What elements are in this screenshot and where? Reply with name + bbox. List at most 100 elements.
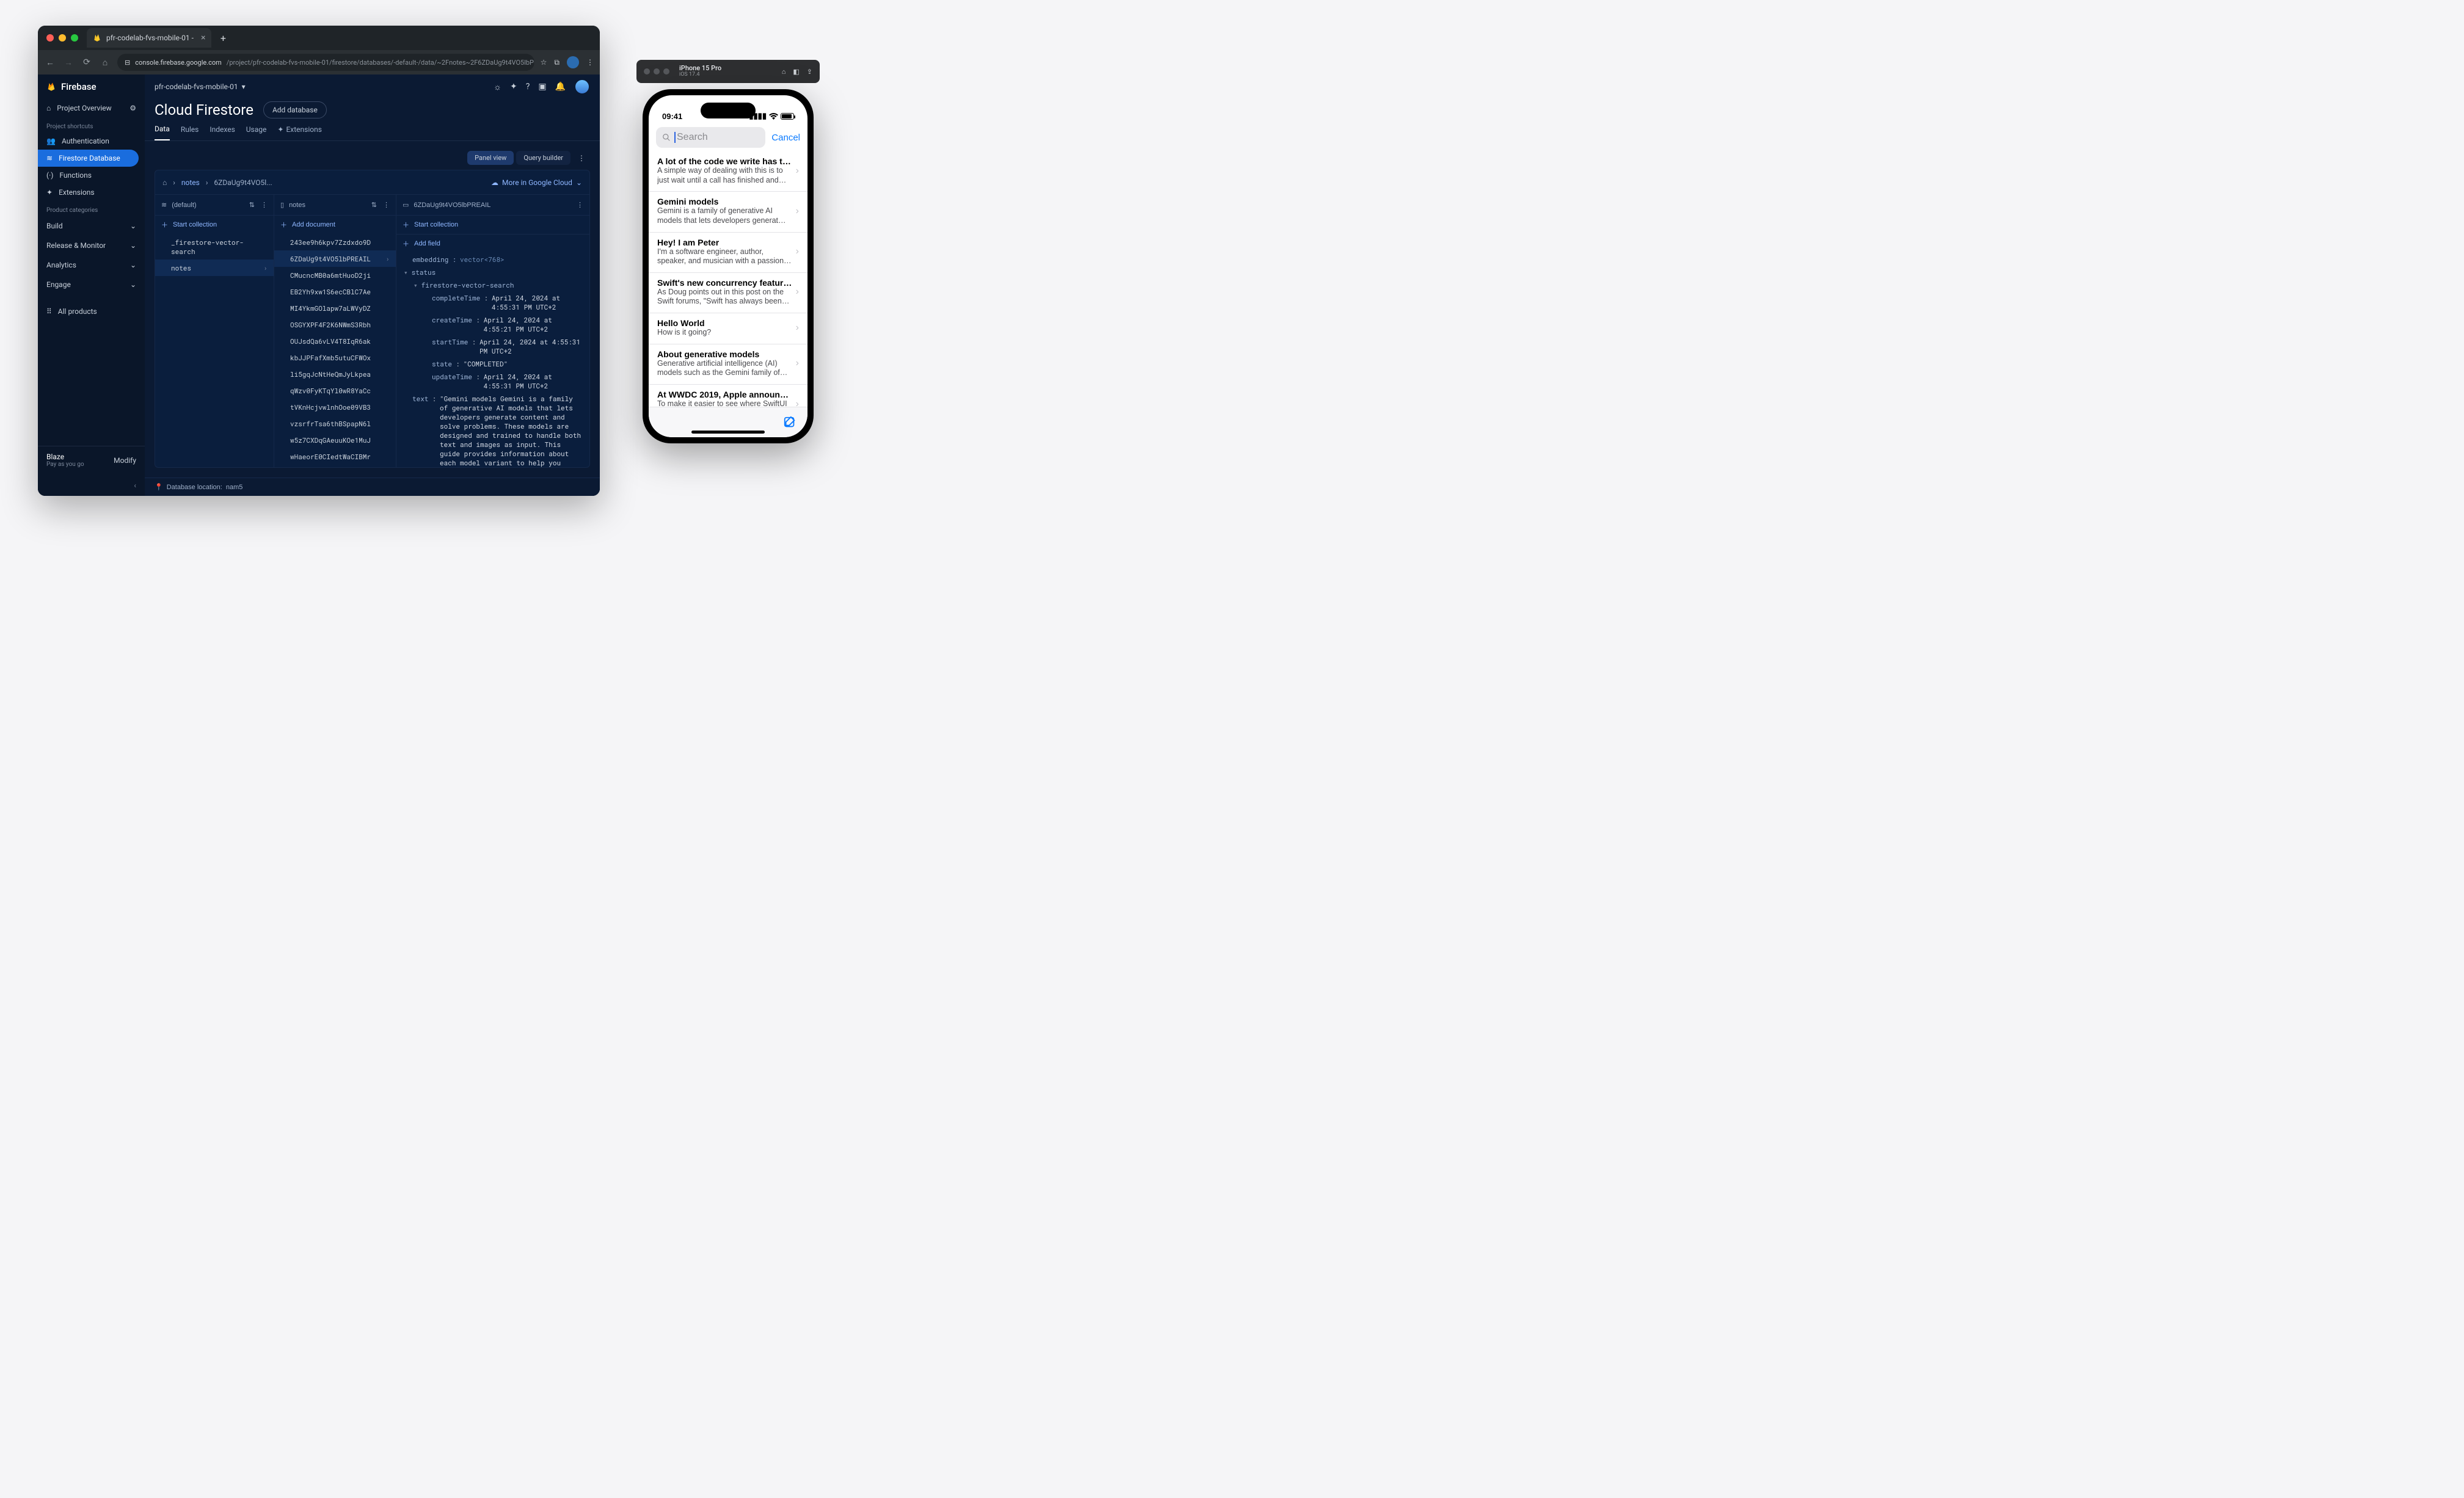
search-input[interactable]: Search [656,127,765,148]
whatsnew-icon[interactable]: ▣ [538,82,546,92]
document-item[interactable]: qWzv0FyKTqYl0wR8YaCc [274,382,396,399]
add-document-button[interactable]: ＋Add document [274,216,396,234]
address-bar[interactable]: ⊟ console.firebase.google.com/project/pf… [117,54,534,71]
category-release[interactable]: Release & Monitor⌄ [38,236,145,255]
home-indicator[interactable] [691,431,765,434]
category-analytics[interactable]: Analytics⌄ [38,255,145,275]
notes-list[interactable]: A lot of the code we write has to de… A … [649,151,807,414]
document-item[interactable]: kbJJPFafXmb5utuCFWOx [274,349,396,366]
field-startTime[interactable]: startTime:April 24, 2024 at 4:55:31 PM U… [396,335,589,357]
note-item[interactable]: A lot of the code we write has to de… A … [649,151,807,192]
note-item[interactable]: About generative models Generative artif… [649,344,807,385]
collection-item[interactable]: _firestore-vector-search [155,234,274,260]
collection-item[interactable]: notes› [155,260,274,276]
sim-close[interactable] [644,68,650,75]
notifications-icon[interactable]: 🔔 [555,82,566,92]
document-item[interactable]: OSGYXPF4F2K6NWmS3Rbh [274,316,396,333]
home-crumb-icon[interactable]: ⌂ [162,178,167,187]
browser-menu-icon[interactable]: ⋮ [586,58,594,67]
document-item[interactable]: 6ZDaUg9t4VO5lbPREAIL› [274,250,396,267]
start-collection-button[interactable]: ＋Start collection [155,216,274,234]
query-builder-button[interactable]: Query builder [516,151,570,165]
tab-indexes[interactable]: Indexes [210,125,235,140]
sidebar-item-extensions[interactable]: ✦Extensions [38,184,145,201]
field-status[interactable]: ▾ status [396,266,589,278]
settings-gear-icon[interactable]: ⚙ [129,104,136,112]
crumb-notes[interactable]: notes [181,178,200,187]
add-database-button[interactable]: Add database [263,101,327,118]
category-engage[interactable]: Engage⌄ [38,275,145,294]
firebase-logo[interactable]: Firebase [38,75,145,99]
field-completeTime[interactable]: completeTime:April 24, 2024 at 4:55:31 P… [396,291,589,313]
tab-extensions[interactable]: ✦Extensions [277,125,322,140]
all-products[interactable]: ⠿All products [38,303,145,320]
project-overview-row[interactable]: ⌂Project Overview ⚙ [38,99,145,117]
cancel-button[interactable]: Cancel [771,133,800,143]
document-item[interactable]: wHaeorE0CIedtWaCIBMr [274,448,396,465]
field-fvs[interactable]: ▾ firestore-vector-search [396,278,589,291]
nav-back[interactable]: ← [44,57,56,68]
document-item[interactable]: vzsrfrTsa6thBSpapN6l [274,415,396,432]
document-item[interactable]: MI4YkmGOlapw7aLWVyDZ [274,300,396,316]
note-item[interactable]: Gemini models Gemini is a family of gene… [649,192,807,232]
note-item[interactable]: Swift's new concurrency features… As Dou… [649,273,807,313]
tab-usage[interactable]: Usage [246,125,267,140]
category-build[interactable]: Build⌄ [38,216,145,236]
document-item[interactable]: OUJsdQa6vLV4T8IqR6ak [274,333,396,349]
sim-home-icon[interactable]: ⌂ [782,68,786,76]
sidebar-item-functions[interactable]: (·)Functions [38,167,145,184]
bookmark-icon[interactable]: ☆ [541,58,547,67]
extensions-icon[interactable]: ⧉ [554,58,560,67]
minimize-window[interactable] [59,34,66,42]
profile-avatar[interactable] [567,56,579,68]
collapse-icon[interactable]: ▾ [404,267,408,277]
collapse-icon[interactable]: ▾ [414,280,418,289]
help-icon[interactable]: ? [526,82,530,92]
close-tab-icon[interactable]: × [201,33,205,43]
sim-min[interactable] [654,68,660,75]
panel-view-button[interactable]: Panel view [467,151,514,165]
theme-toggle-icon[interactable]: ☼ [494,82,501,92]
sim-screenshot-icon[interactable]: ◧ [793,68,799,76]
data-menu-icon[interactable]: ⋮ [573,154,590,162]
col-menu-icon[interactable]: ⋮ [577,201,583,209]
collapse-sidebar[interactable]: ‹ [38,479,145,496]
more-in-cloud[interactable]: ☁ More in Google Cloud ⌄ [491,178,582,187]
document-item[interactable]: EB2Yh9xw1S6ecCBlC7Ae [274,283,396,300]
close-window[interactable] [46,34,54,42]
document-item[interactable]: w5z7CXDqGAeuuKOe1MuJ [274,432,396,448]
field-text[interactable]: text: "Gemini models Gemini is a family … [396,392,589,467]
col-menu-icon[interactable]: ⋮ [261,201,268,209]
modify-plan-button[interactable]: Modify [114,456,136,465]
sim-max[interactable] [663,68,669,75]
document-item[interactable]: 243ee9h6kpv7Zzdxdo9D [274,234,396,250]
nav-reload[interactable]: ⟳ [81,57,93,67]
sidebar-item-firestore[interactable]: ≋Firestore Database [38,150,139,167]
new-tab-button[interactable]: + [215,32,231,44]
add-field-button[interactable]: ＋Add field [396,235,589,253]
tab-data[interactable]: Data [155,125,170,140]
field-embedding[interactable]: embedding: vector<768> [396,253,589,266]
document-item[interactable]: CMucncMB0a6mtHuoD2ji [274,267,396,283]
field-updateTime[interactable]: updateTime:April 24, 2024 at 4:55:31 PM … [396,370,589,392]
site-info-icon[interactable]: ⊟ [125,59,130,67]
spark-icon[interactable]: ✦ [510,82,517,92]
browser-tab[interactable]: pfr-codelab-fvs-mobile-01 - × [87,28,211,48]
filter-icon[interactable]: ⇅ [249,201,255,209]
col-menu-icon[interactable]: ⋮ [383,201,390,209]
user-avatar[interactable] [574,79,590,95]
start-collection-button[interactable]: ＋Start collection [396,216,589,234]
document-item[interactable]: tVKnHcjvwlnhOoe09VB3 [274,399,396,415]
document-item[interactable]: li5gqJcNtHeQmJyLkpea [274,366,396,382]
note-item[interactable]: Hello World How is it going? › [649,313,807,344]
nav-forward[interactable]: → [62,57,75,68]
filter-icon[interactable]: ⇅ [371,201,377,209]
tab-rules[interactable]: Rules [181,125,199,140]
note-item[interactable]: Hey! I am Peter I'm a software engineer,… [649,233,807,273]
document-item[interactable]: y26jksfYBSd83Rv30sWY [274,465,396,467]
maximize-window[interactable] [71,34,78,42]
nav-home[interactable]: ⌂ [99,57,111,68]
field-state[interactable]: state:"COMPLETED" [396,357,589,370]
sidebar-item-authentication[interactable]: 👥Authentication [38,133,145,150]
project-selector[interactable]: pfr-codelab-fvs-mobile-01 ▾ [155,82,246,91]
